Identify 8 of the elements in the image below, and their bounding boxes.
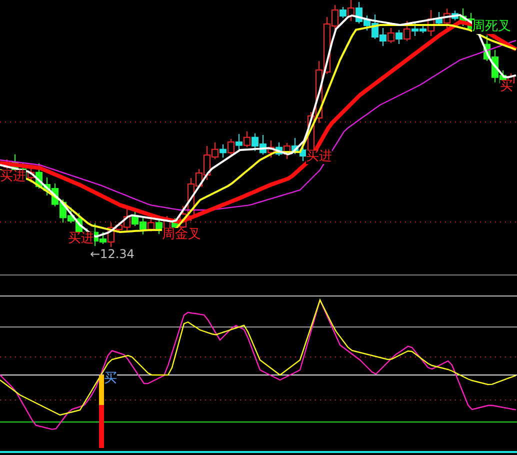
- signal-label: 买: [500, 80, 513, 94]
- signal-label: 周死叉: [472, 20, 511, 34]
- signal-label: 周金叉: [162, 228, 201, 242]
- low-price-label: ←12.34: [90, 247, 134, 261]
- signal-label: 买: [104, 372, 117, 386]
- signal-label: 买进: [0, 170, 26, 184]
- signal-label: 买进: [68, 232, 94, 246]
- signal-label: 买进: [306, 150, 332, 164]
